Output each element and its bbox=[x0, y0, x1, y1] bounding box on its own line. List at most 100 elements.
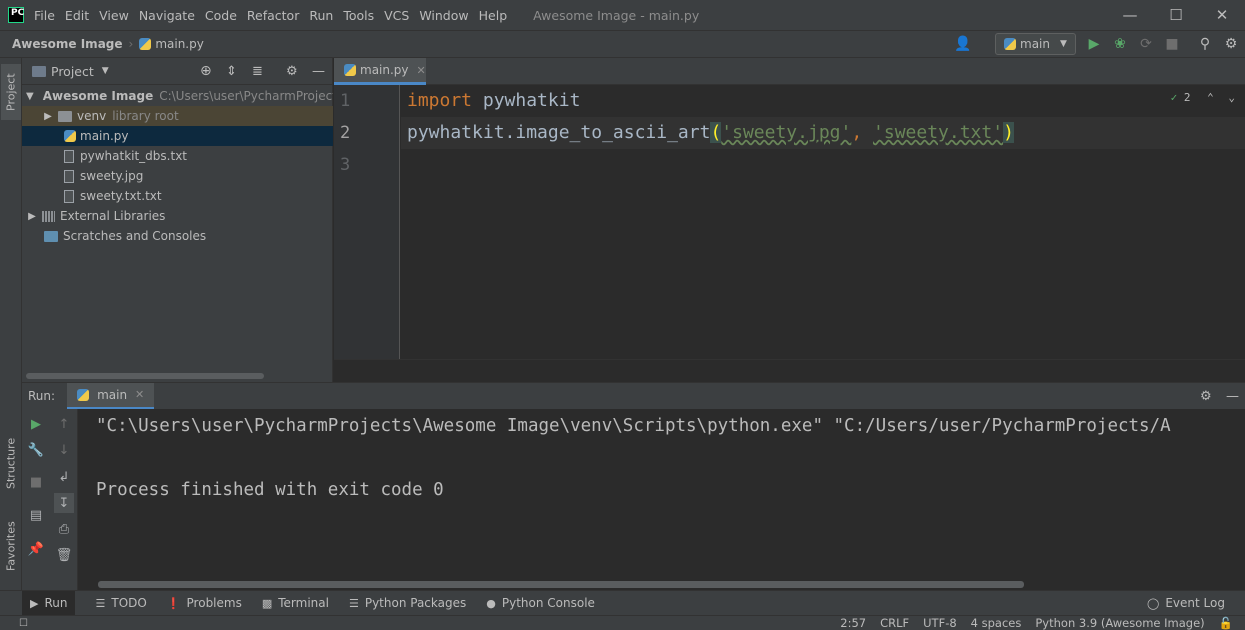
tool-tab-python-packages[interactable]: ☰ Python Packages bbox=[349, 596, 466, 610]
down-arrow-icon[interactable]: ↓ bbox=[54, 440, 74, 460]
chevron-up-icon[interactable]: ⌃ bbox=[1207, 91, 1214, 104]
inspection-widget[interactable]: ✓ 2 ⌃ ⌄ bbox=[1171, 91, 1235, 104]
menu-window[interactable]: Window bbox=[419, 8, 468, 23]
keyword-import: import bbox=[407, 90, 473, 111]
run-tab-main[interactable]: main ✕ bbox=[67, 382, 155, 410]
editor-tab-main-py[interactable]: main.py ✕ bbox=[334, 58, 426, 85]
menu-refactor[interactable]: Refactor bbox=[247, 8, 299, 23]
print-icon[interactable]: ⎙ bbox=[54, 519, 74, 539]
project-view-icon bbox=[32, 65, 46, 77]
caret-position[interactable]: 2:57 bbox=[840, 616, 866, 630]
file-encoding[interactable]: UTF-8 bbox=[923, 616, 957, 630]
tree-item-pywhatkit-dbs[interactable]: pywhatkit_dbs.txt bbox=[22, 146, 333, 166]
options-gear-icon[interactable]: ⚙ bbox=[286, 64, 298, 79]
tree-item-sweety-jpg[interactable]: sweety.jpg bbox=[22, 166, 333, 186]
collapse-all-icon[interactable]: ≣ bbox=[252, 64, 263, 79]
menu-file[interactable]: File bbox=[34, 8, 55, 23]
menu-code[interactable]: Code bbox=[205, 8, 237, 23]
breadcrumb-file[interactable]: main.py bbox=[155, 37, 204, 51]
run-configuration-select[interactable]: main ▼ bbox=[995, 33, 1076, 55]
hide-panel-icon[interactable]: — bbox=[312, 64, 325, 79]
debug-icon[interactable]: ❀ bbox=[1110, 34, 1130, 54]
structure-tool-tab[interactable]: Structure bbox=[1, 428, 21, 498]
tool-tab-terminal[interactable]: ▩ Terminal bbox=[262, 596, 329, 610]
menu-edit[interactable]: Edit bbox=[65, 8, 89, 23]
comma: , bbox=[851, 122, 874, 143]
close-window-button[interactable]: ✕ bbox=[1199, 0, 1245, 30]
pin-icon[interactable]: 📌 bbox=[26, 539, 46, 559]
chevron-down-icon[interactable]: ▼ bbox=[26, 91, 34, 102]
indent-setting[interactable]: 4 spaces bbox=[971, 616, 1022, 630]
lock-icon[interactable]: 🔓 bbox=[1219, 616, 1233, 630]
tree-item-external-libraries[interactable]: ▶ External Libraries bbox=[22, 206, 333, 226]
wrench-icon[interactable]: 🔧 bbox=[26, 440, 46, 460]
menu-run[interactable]: Run bbox=[309, 8, 333, 23]
menu-vcs[interactable]: VCS bbox=[384, 8, 409, 23]
python-file-icon bbox=[64, 130, 76, 142]
tool-tab-label: Problems bbox=[186, 596, 242, 610]
tree-item-main-py[interactable]: main.py bbox=[22, 126, 333, 146]
event-log-icon: ◯ bbox=[1147, 596, 1160, 610]
tool-tab-run[interactable]: ▶ Run bbox=[22, 591, 76, 615]
chevron-right-icon[interactable]: ▶ bbox=[26, 211, 38, 222]
run-icon: ▶ bbox=[30, 596, 39, 610]
maximize-button[interactable]: ☐ bbox=[1153, 0, 1199, 30]
tool-tab-event-log[interactable]: ◯ Event Log bbox=[1147, 596, 1225, 610]
layout-icon[interactable]: ▤ bbox=[26, 505, 46, 525]
terminal-icon: ▩ bbox=[261, 596, 273, 610]
close-tab-icon[interactable]: ✕ bbox=[417, 64, 426, 77]
run-icon[interactable]: ▶ bbox=[1084, 34, 1104, 54]
rerun-icon[interactable]: ▶ bbox=[26, 414, 46, 434]
tool-tab-todo[interactable]: ☰ TODO bbox=[95, 596, 146, 610]
layout-toggle-icon[interactable]: ☐ bbox=[19, 618, 28, 629]
breadcrumb-project[interactable]: Awesome Image bbox=[12, 37, 123, 51]
menu-view[interactable]: View bbox=[99, 8, 129, 23]
favorites-tool-tab[interactable]: Favorites bbox=[1, 513, 21, 579]
scratches-icon bbox=[44, 230, 58, 242]
tool-tab-label: Event Log bbox=[1165, 596, 1225, 610]
line-separator[interactable]: CRLF bbox=[880, 616, 909, 630]
project-view-select[interactable]: Project bbox=[51, 64, 94, 79]
project-tool-tab[interactable]: Project bbox=[1, 64, 21, 120]
stop-icon[interactable]: ■ bbox=[1162, 34, 1182, 54]
tree-item-sweety-txt[interactable]: sweety.txt.txt bbox=[22, 186, 333, 206]
tree-item-venv[interactable]: ▶ venv library root bbox=[22, 106, 333, 126]
chevron-down-icon[interactable]: ▼ bbox=[102, 66, 109, 76]
tree-item-label: sweety.txt.txt bbox=[80, 189, 162, 203]
close-tab-icon[interactable]: ✕ bbox=[135, 388, 144, 401]
function-call: pywhatkit.image_to_ascii_art bbox=[407, 122, 711, 143]
minimize-button[interactable]: — bbox=[1107, 0, 1153, 30]
left-tool-strip: Project Structure Favorites bbox=[0, 58, 22, 590]
hide-panel-icon[interactable]: — bbox=[1226, 389, 1239, 404]
soft-wrap-icon[interactable]: ↲ bbox=[54, 467, 74, 487]
trash-icon[interactable]: 🗑 bbox=[54, 545, 74, 565]
expand-all-icon[interactable]: ⇕ bbox=[226, 64, 237, 79]
locate-file-icon[interactable]: ⊕ bbox=[200, 63, 212, 79]
run-console[interactable]: "C:\Users\user\PycharmProjects\Awesome I… bbox=[78, 409, 1245, 590]
python-interpreter[interactable]: Python 3.9 (Awesome Image) bbox=[1035, 616, 1204, 630]
horizontal-scrollbar[interactable] bbox=[26, 373, 264, 379]
stop-icon[interactable]: ■ bbox=[26, 472, 46, 492]
console-horizontal-scrollbar[interactable] bbox=[98, 581, 1024, 588]
chevron-right-icon[interactable]: ▶ bbox=[42, 111, 54, 122]
menu-navigate[interactable]: Navigate bbox=[139, 8, 195, 23]
tree-item-scratches[interactable]: Scratches and Consoles bbox=[22, 226, 333, 246]
chevron-down-icon[interactable]: ⌄ bbox=[1228, 91, 1235, 104]
run-toolbar: ▶ ↑ 🔧 ↓ ↲ ■ ↧ ▤ ⎙ 📌 🗑 bbox=[22, 409, 78, 590]
coverage-icon[interactable]: ⟳ bbox=[1136, 34, 1156, 54]
up-arrow-icon[interactable]: ↑ bbox=[54, 414, 74, 434]
tool-tab-problems[interactable]: ❗ Problems bbox=[167, 596, 242, 610]
scroll-to-end-icon[interactable]: ↧ bbox=[54, 493, 74, 513]
tree-item-project-root[interactable]: ▼ Awesome Image C:\Users\user\PycharmPro… bbox=[22, 86, 333, 106]
code-editor[interactable]: 1 2 3 import pywhatkit pywhatkit.image_t… bbox=[334, 85, 1245, 359]
user-account-icon[interactable]: 👤 bbox=[953, 34, 973, 54]
menu-tools[interactable]: Tools bbox=[343, 8, 374, 23]
run-settings-gear-icon[interactable]: ⚙ bbox=[1200, 389, 1212, 404]
code-line-2: pywhatkit.image_to_ascii_art('sweety.jpg… bbox=[407, 122, 1014, 143]
search-icon[interactable]: ⚲ bbox=[1195, 34, 1215, 54]
tree-item-label: Awesome Image bbox=[42, 89, 154, 103]
check-icon: ✓ bbox=[1170, 91, 1178, 104]
menu-help[interactable]: Help bbox=[479, 8, 508, 23]
tool-tab-python-console[interactable]: ● Python Console bbox=[486, 596, 595, 610]
settings-gear-icon[interactable]: ⚙ bbox=[1221, 34, 1241, 54]
